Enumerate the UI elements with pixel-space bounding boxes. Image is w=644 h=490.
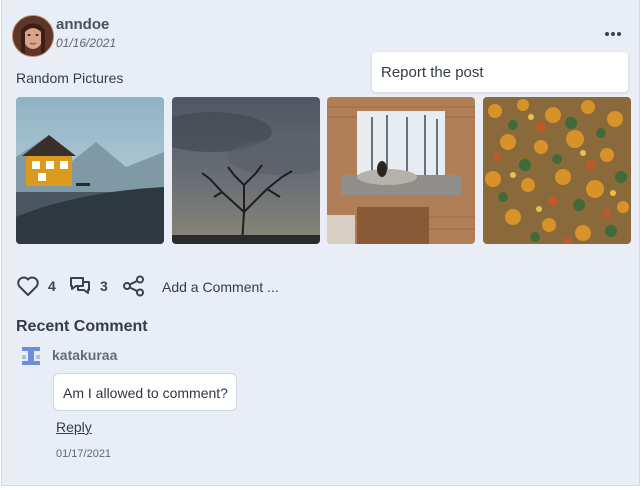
stormy-sky-tree-photo[interactable] bbox=[172, 97, 320, 244]
add-comment-link[interactable]: Add a Comment ... bbox=[162, 279, 279, 295]
recent-comment-title: Recent Comment bbox=[16, 318, 148, 335]
comment-action[interactable]: 3 bbox=[68, 274, 108, 298]
yellow-cabin-photo[interactable] bbox=[16, 97, 164, 244]
comment-avatar-icon[interactable] bbox=[20, 345, 42, 367]
comment-count: 3 bbox=[100, 278, 108, 294]
post-username[interactable]: anndoe bbox=[56, 16, 109, 33]
autumn-forest-photo[interactable] bbox=[483, 97, 631, 244]
user-avatar[interactable] bbox=[12, 15, 54, 57]
heart-icon[interactable] bbox=[16, 275, 40, 297]
post-text: Random Pictures bbox=[16, 70, 124, 86]
comment-bubble: Am I allowed to comment? bbox=[53, 373, 237, 411]
post-card: anndoe 01/16/2021 Report the post Random… bbox=[1, 0, 640, 486]
comment-username[interactable]: katakuraa bbox=[52, 347, 117, 363]
share-icon[interactable] bbox=[122, 274, 146, 298]
report-post-menu-item[interactable]: Report the post bbox=[381, 64, 484, 81]
comments-icon[interactable] bbox=[68, 275, 92, 297]
comment-date: 01/17/2021 bbox=[56, 448, 112, 460]
cabin-window-photo[interactable] bbox=[327, 97, 475, 244]
post-options-menu: Report the post bbox=[372, 52, 628, 92]
more-options-icon[interactable] bbox=[604, 26, 628, 42]
reply-link[interactable]: Reply bbox=[56, 419, 92, 435]
like-count: 4 bbox=[48, 278, 56, 294]
like-action[interactable]: 4 bbox=[16, 274, 56, 298]
comment-text: Am I allowed to comment? bbox=[63, 385, 228, 401]
post-date: 01/16/2021 bbox=[56, 36, 117, 50]
